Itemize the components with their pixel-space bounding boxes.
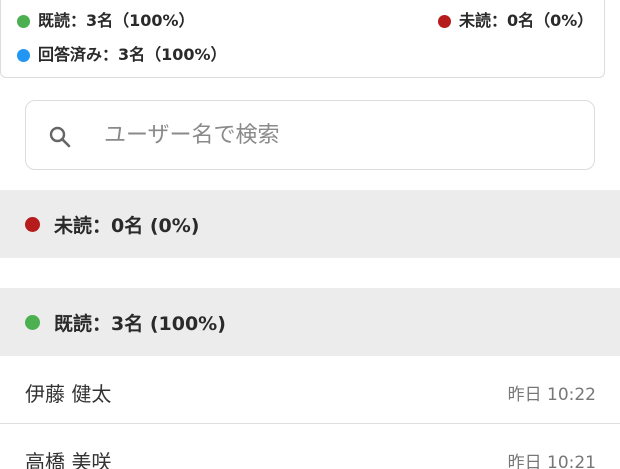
user-row[interactable]: 高橋 美咲 昨日 10:21 [0, 424, 620, 469]
unread-section-dot-icon [25, 216, 40, 232]
unread-section-label: 未読：0名 (0%) [54, 214, 200, 237]
unread-status-dot-icon [438, 14, 451, 28]
search-input[interactable] [104, 115, 574, 155]
read-section-dot-icon [25, 314, 40, 330]
read-time: 昨日 10:22 [507, 385, 596, 405]
answered-status-dot-icon [17, 48, 30, 62]
user-name: 高橋 美咲 [25, 450, 112, 469]
read-status-page: 既読：3名（100%） 未読：0名（0%） 回答済み：3名（100%） 未読：0… [0, 0, 620, 469]
search-box[interactable] [25, 100, 595, 170]
read-section-label: 既読：3名 (100%) [54, 312, 226, 335]
answered-summary: 回答済み：3名（100%） [17, 45, 227, 65]
unread-section-header: 未読：0名 (0%) [0, 190, 620, 258]
unread-summary-label: 未読：0名（0%） [459, 11, 594, 30]
user-row[interactable]: 伊藤 健太 昨日 10:22 [0, 356, 620, 424]
read-summary: 既読：3名（100%） [17, 11, 195, 31]
read-time: 昨日 10:21 [507, 453, 596, 469]
answered-summary-label: 回答済み：3名（100%） [38, 45, 227, 64]
read-status-dot-icon [17, 14, 30, 28]
user-name: 伊藤 健太 [25, 382, 112, 406]
search-icon[interactable] [48, 125, 72, 149]
unread-summary: 未読：0名（0%） [438, 11, 593, 31]
read-section-header: 既読：3名 (100%) [0, 288, 620, 356]
read-summary-label: 既読：3名（100%） [38, 11, 195, 30]
read-summary-card: 既読：3名（100%） 未読：0名（0%） 回答済み：3名（100%） [0, 0, 605, 78]
